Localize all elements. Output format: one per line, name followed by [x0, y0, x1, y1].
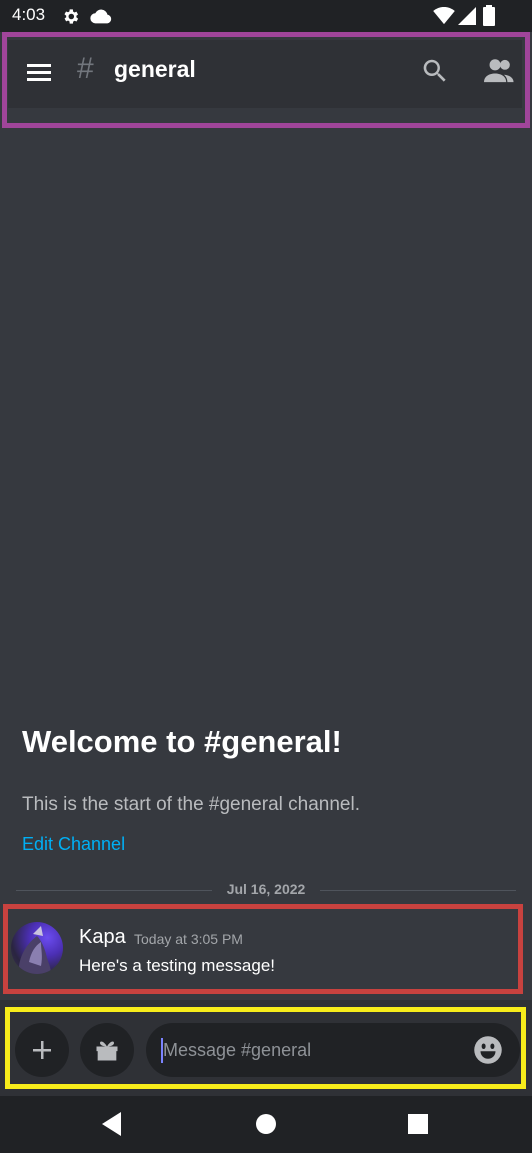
cloud-icon [90, 8, 112, 24]
channel-hash-icon: # [77, 52, 94, 85]
recents-icon[interactable] [400, 1106, 436, 1142]
avatar[interactable] [11, 922, 63, 974]
text-caret [161, 1038, 163, 1063]
wifi-icon [433, 7, 455, 25]
hamburger-menu-icon[interactable] [25, 58, 53, 86]
message-author[interactable]: Kapa [79, 926, 126, 949]
message-input[interactable] [146, 1023, 520, 1077]
search-icon[interactable] [420, 56, 450, 86]
edit-channel-link[interactable]: Edit Channel [22, 834, 125, 855]
settings-gear-icon [61, 7, 80, 26]
back-icon[interactable] [96, 1106, 132, 1142]
signal-icon [457, 7, 477, 25]
gift-icon [96, 1041, 118, 1061]
battery-icon [483, 5, 495, 26]
home-icon[interactable] [248, 1106, 284, 1142]
date-divider-line-right [320, 890, 516, 891]
welcome-title: Welcome to #general! [22, 724, 342, 759]
emoji-icon[interactable] [473, 1035, 503, 1065]
status-time: 4:03 [12, 5, 46, 24]
message-highlight-box [3, 904, 523, 994]
date-divider-line-left [16, 890, 212, 891]
date-divider-label: Jul 16, 2022 [216, 881, 316, 897]
message-timestamp: Today at 3:05 PM [134, 931, 243, 947]
discord-channel-screen: 4:03 # general Welcome to #general! This… [0, 0, 532, 1153]
gift-nitro-button[interactable] [80, 1023, 134, 1077]
system-nav-bar [0, 1096, 532, 1153]
add-attachment-button[interactable] [15, 1023, 69, 1077]
members-icon[interactable] [484, 56, 516, 86]
welcome-subtitle: This is the start of the #general channe… [22, 794, 360, 815]
channel-title: general [114, 56, 196, 82]
status-bar: 4:03 [0, 0, 532, 32]
plus-icon [33, 1041, 51, 1059]
channel-header: # general [8, 40, 522, 108]
message-text[interactable]: Here's a testing message! [79, 956, 275, 976]
